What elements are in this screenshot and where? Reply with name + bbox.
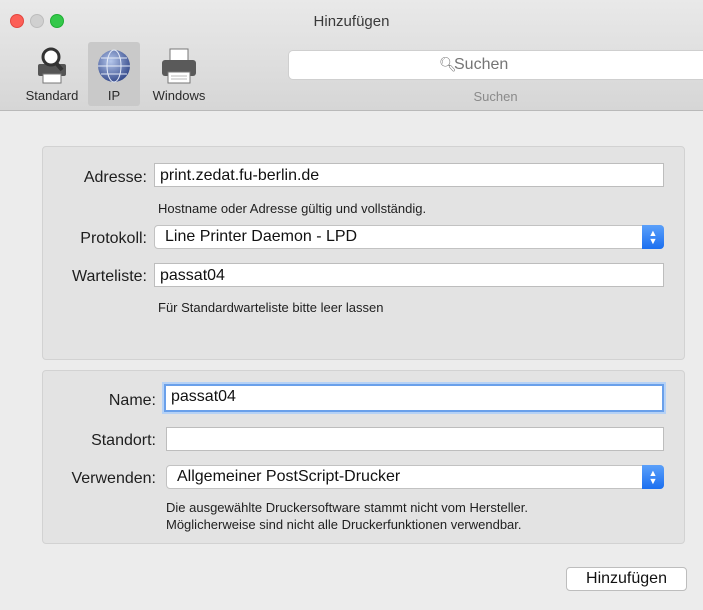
search-field[interactable]: 🔍︎ xyxy=(288,50,703,80)
toolbar-ip-label: IP xyxy=(107,88,121,103)
driver-hint-line1: Die ausgewählte Druckersoftware stammt n… xyxy=(166,500,528,515)
toolbar-windows-button[interactable]: Windows xyxy=(140,42,218,106)
add-printer-window: Hinzufügen Standard IP Windows 🔍︎ Suchen… xyxy=(0,0,703,610)
add-button[interactable]: Hinzufügen xyxy=(566,567,687,591)
toolbar-windows-label: Windows xyxy=(152,88,206,103)
queue-field[interactable]: passat04 xyxy=(154,263,664,287)
driver-hint-line2: Möglicherweise sind nicht alle Druckerfu… xyxy=(166,517,522,532)
window-title: Hinzufügen xyxy=(313,13,390,30)
address-field[interactable]: print.zedat.fu-berlin.de xyxy=(154,163,664,187)
use-label: Verwenden: xyxy=(71,470,156,487)
globe-icon xyxy=(95,46,133,89)
toolbar-standard-label: Standard xyxy=(25,88,79,103)
magnifier-printer-icon xyxy=(32,46,72,91)
address-hint: Hostname oder Adresse gültig und vollstä… xyxy=(158,201,427,216)
printer-icon xyxy=(159,46,199,91)
protocol-value: Line Printer Daemon - LPD xyxy=(165,228,358,245)
protocol-select[interactable]: Line Printer Daemon - LPD ▲ ▼ xyxy=(154,225,664,249)
name-label: Name: xyxy=(108,392,156,409)
toolbar-ip-button[interactable]: IP xyxy=(88,42,140,106)
search-caption: Suchen xyxy=(473,89,518,104)
driver-select[interactable]: Allgemeiner PostScript-Drucker ▲ ▼ xyxy=(166,465,664,489)
address-label: Adresse: xyxy=(83,169,147,186)
queue-hint: Für Standardwarteliste bitte leer lassen xyxy=(158,300,384,315)
name-field[interactable]: passat04 xyxy=(164,384,664,412)
protocol-label: Protokoll: xyxy=(80,230,147,247)
location-field[interactable] xyxy=(166,427,664,451)
driver-value: Allgemeiner PostScript-Drucker xyxy=(177,468,401,485)
chevron-updown-icon: ▲ ▼ xyxy=(642,465,664,489)
location-label: Standort: xyxy=(91,432,156,449)
search-input[interactable] xyxy=(452,55,656,75)
queue-label: Warteliste: xyxy=(72,268,147,285)
toolbar: Hinzufügen Standard IP Windows 🔍︎ Suchen… xyxy=(0,0,703,111)
toolbar-standard-button[interactable]: Standard xyxy=(14,42,90,106)
chevron-updown-icon: ▲ ▼ xyxy=(642,225,664,249)
